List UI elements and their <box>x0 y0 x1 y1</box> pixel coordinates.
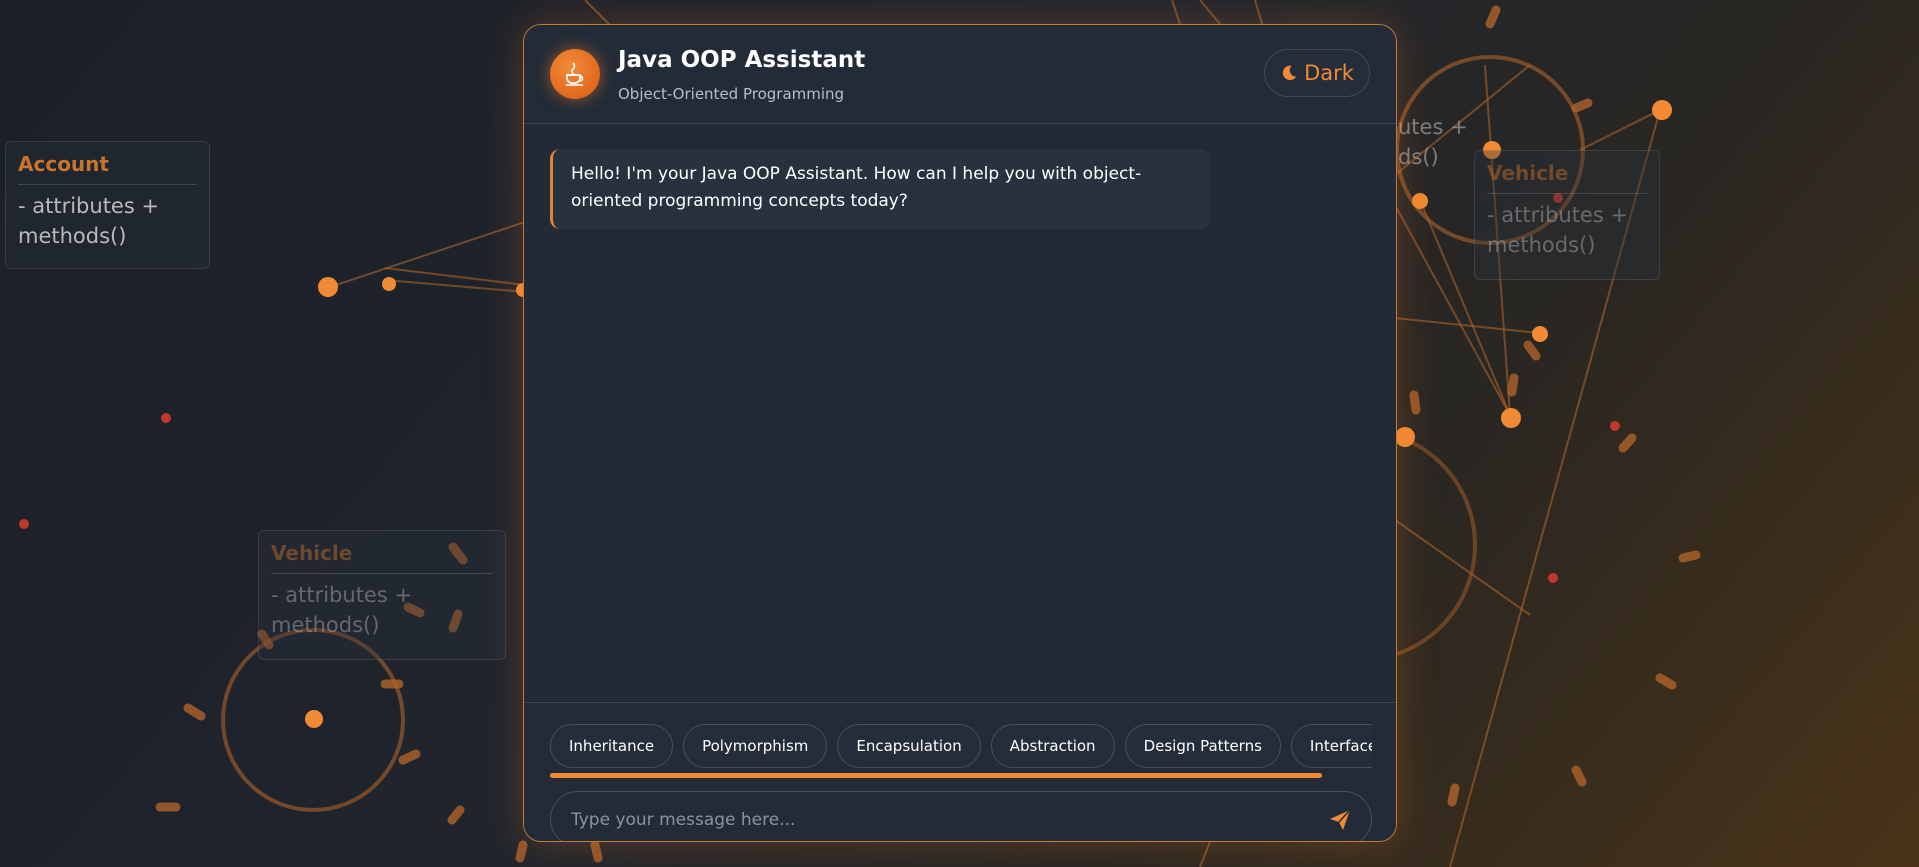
suggestion-chip-interfaces[interactable]: Interfaces <box>1290 724 1372 768</box>
uml-class-members: - attributes + methods() <box>1487 203 1629 257</box>
message-list[interactable]: Hello! I'm your Java OOP Assistant. How … <box>524 124 1396 702</box>
uml-class-members: - attributes + methods() <box>18 194 160 248</box>
suggestion-chip-encapsulation[interactable]: Encapsulation <box>837 724 981 768</box>
suggestion-chip-inheritance[interactable]: Inheritance <box>550 724 674 768</box>
uml-class-name: Account <box>18 152 197 185</box>
suggestion-chips[interactable]: Inheritance Polymorphism Encapsulation Abst… <box>550 724 1372 768</box>
suggestion-chip-design-patterns[interactable]: Design Patterns <box>1124 724 1281 768</box>
message-input[interactable] <box>569 792 1313 841</box>
send-icon <box>1330 809 1351 830</box>
moon-icon <box>1282 65 1297 81</box>
java-cup-icon <box>550 49 600 99</box>
theme-toggle-label: Dark <box>1304 61 1354 85</box>
input-area: Inheritance Polymorphism Encapsulation Abst… <box>524 702 1396 841</box>
background-uml-card-vehicle: Vehicle - attributes + methods() <box>258 530 506 660</box>
app-subtitle: Object-Oriented Programming <box>618 85 845 103</box>
chat-header: Java OOP Assistant Object-Oriented Progr… <box>524 25 1396 124</box>
java-cup-icon-glyph <box>566 62 584 86</box>
message-input-box <box>550 791 1372 841</box>
background-partial-uml-text: utes + ds() <box>1398 115 1468 169</box>
background-uml-card-vehicle-right: Vehicle - attributes + methods() <box>1474 150 1660 280</box>
suggestion-chip-polymorphism[interactable]: Polymorphism <box>683 724 828 768</box>
uml-class-name: Vehicle <box>271 541 493 574</box>
chat-window: Java OOP Assistant Object-Oriented Progr… <box>523 24 1397 842</box>
suggestion-chip-abstraction[interactable]: Abstraction <box>990 724 1115 768</box>
suggestions-scrollbar[interactable] <box>550 773 1322 778</box>
app-title: Java OOP Assistant <box>618 47 866 73</box>
send-button[interactable] <box>1327 807 1353 833</box>
theme-toggle-button[interactable]: Dark <box>1264 49 1370 97</box>
uml-class-name: Vehicle <box>1487 161 1647 194</box>
bot-message: Hello! I'm your Java OOP Assistant. How … <box>550 149 1210 229</box>
uml-class-members: - attributes + methods() <box>271 583 413 637</box>
background-uml-card-account: Account - attributes + methods() <box>5 141 210 269</box>
